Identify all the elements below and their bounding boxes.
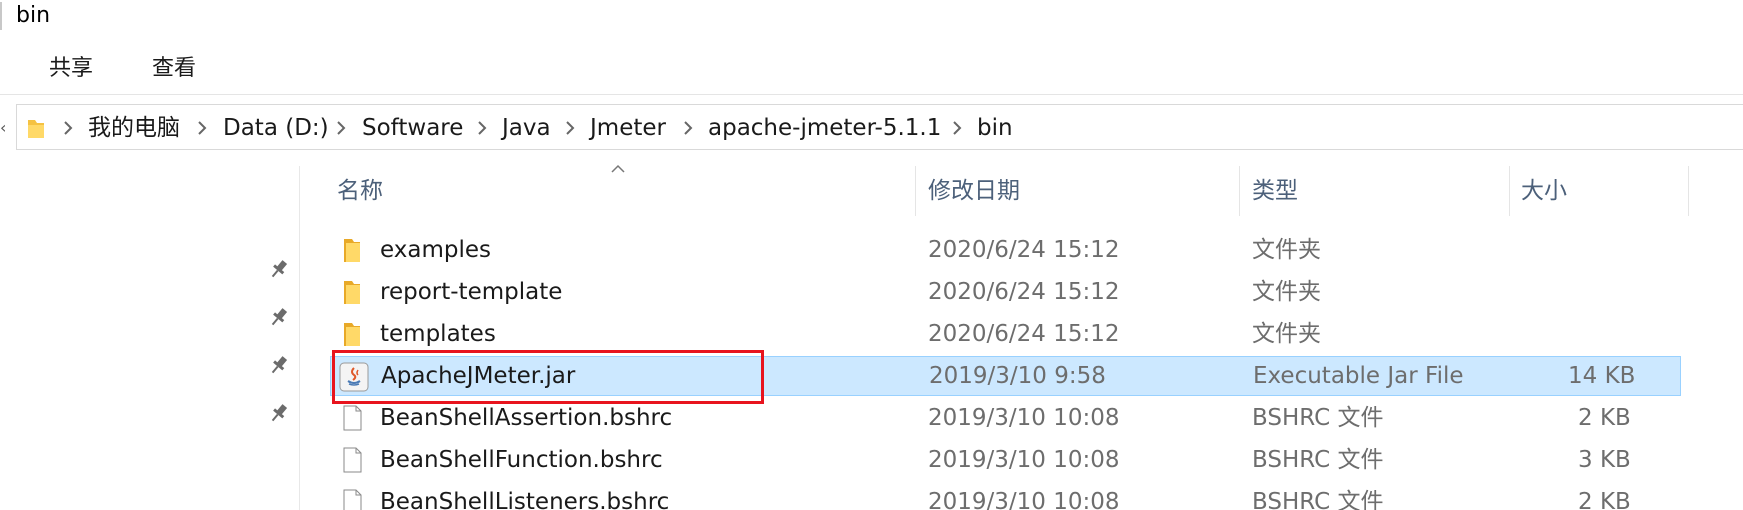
file-name[interactable]: BeanShellListeners.bshrc [380,486,669,510]
file-row[interactable]: templates 2020/6/24 15:12 文件夹 [330,314,1680,354]
file-size: 2 KB [1578,405,1631,431]
file-name[interactable]: templates [380,318,496,350]
breadcrumb-apache-jmeter[interactable]: apache-jmeter-5.1.1 [708,112,941,144]
file-icon [338,446,366,474]
file-modified: 2020/6/24 15:12 [928,237,1120,263]
folder-icon [338,320,366,348]
breadcrumb-chevron-icon[interactable] [58,118,78,138]
file-type: 文件夹 [1252,237,1321,263]
pin-icon[interactable] [268,354,290,376]
file-modified: 2020/6/24 15:12 [928,279,1120,305]
file-modified: 2019/3/10 10:08 [928,405,1120,431]
folder-icon [338,278,366,306]
file-modified: 2020/6/24 15:12 [928,321,1120,347]
window-title: bin [16,3,51,28]
pin-icon[interactable] [268,402,290,424]
file-icon [338,404,366,432]
breadcrumb-chevron-icon[interactable] [192,118,212,138]
navigation-pane-divider[interactable] [299,166,300,510]
file-name[interactable]: report-template [380,276,562,308]
file-modified: 2019/3/10 10:08 [928,489,1120,510]
file-row[interactable]: report-template 2020/6/24 15:12 文件夹 [330,272,1680,312]
breadcrumb-data-drive[interactable]: Data (D:) [223,112,329,144]
breadcrumb-chevron-icon[interactable] [947,118,967,138]
breadcrumb-chevron-icon[interactable] [560,118,580,138]
file-size: 2 KB [1578,489,1631,510]
column-divider[interactable] [1688,166,1689,216]
column-divider[interactable] [915,166,916,216]
file-name[interactable]: BeanShellFunction.bshrc [380,444,663,476]
file-modified: 2019/3/10 9:58 [929,363,1106,389]
folder-location-icon [25,116,47,140]
breadcrumb-software[interactable]: Software [362,112,463,144]
annotation-highlight-box [332,350,764,404]
address-scroll-left-icon[interactable]: ‹ [0,118,6,137]
breadcrumb-java[interactable]: Java [502,112,551,144]
file-name[interactable]: examples [380,234,491,266]
pin-icon[interactable] [268,258,290,280]
file-type: Executable Jar File [1253,363,1464,389]
column-divider[interactable] [1239,166,1240,216]
file-name[interactable]: BeanShellAssertion.bshrc [380,402,672,434]
file-type: 文件夹 [1252,279,1321,305]
file-icon [338,488,366,510]
tab-share[interactable]: 共享 [49,52,93,86]
title-bar-edge [0,2,2,30]
column-header-type[interactable]: 类型 [1252,175,1298,207]
file-type: BSHRC 文件 [1252,447,1384,473]
file-modified: 2019/3/10 10:08 [928,447,1120,473]
tab-view[interactable]: 查看 [152,52,196,86]
ribbon-divider [0,94,1743,95]
column-divider[interactable] [1509,166,1510,216]
pin-icon[interactable] [268,306,290,328]
file-row[interactable]: BeanShellAssertion.bshrc 2019/3/10 10:08… [330,398,1680,438]
file-row[interactable]: BeanShellListeners.bshrc 2019/3/10 10:08… [330,482,1680,510]
sort-ascending-icon[interactable] [610,160,626,173]
file-type: 文件夹 [1252,321,1321,347]
breadcrumb-bin[interactable]: bin [977,112,1013,144]
file-row[interactable]: BeanShellFunction.bshrc 2019/3/10 10:08 … [330,440,1680,480]
breadcrumb-jmeter[interactable]: Jmeter [590,112,666,144]
breadcrumb-chevron-icon[interactable] [331,118,351,138]
file-size: 14 KB [1568,363,1636,389]
navigation-pane [0,166,300,510]
file-type: BSHRC 文件 [1252,489,1384,510]
breadcrumb-chevron-icon[interactable] [472,118,492,138]
file-type: BSHRC 文件 [1252,405,1384,431]
file-row[interactable]: examples 2020/6/24 15:12 文件夹 [330,230,1680,270]
breadcrumb-chevron-icon[interactable] [678,118,698,138]
column-header-size[interactable]: 大小 [1521,175,1567,207]
column-header-name[interactable]: 名称 [337,175,383,207]
file-size: 3 KB [1578,447,1631,473]
folder-icon [338,236,366,264]
breadcrumb-this-pc[interactable]: 我的电脑 [88,112,180,144]
column-header-modified[interactable]: 修改日期 [928,175,1020,207]
